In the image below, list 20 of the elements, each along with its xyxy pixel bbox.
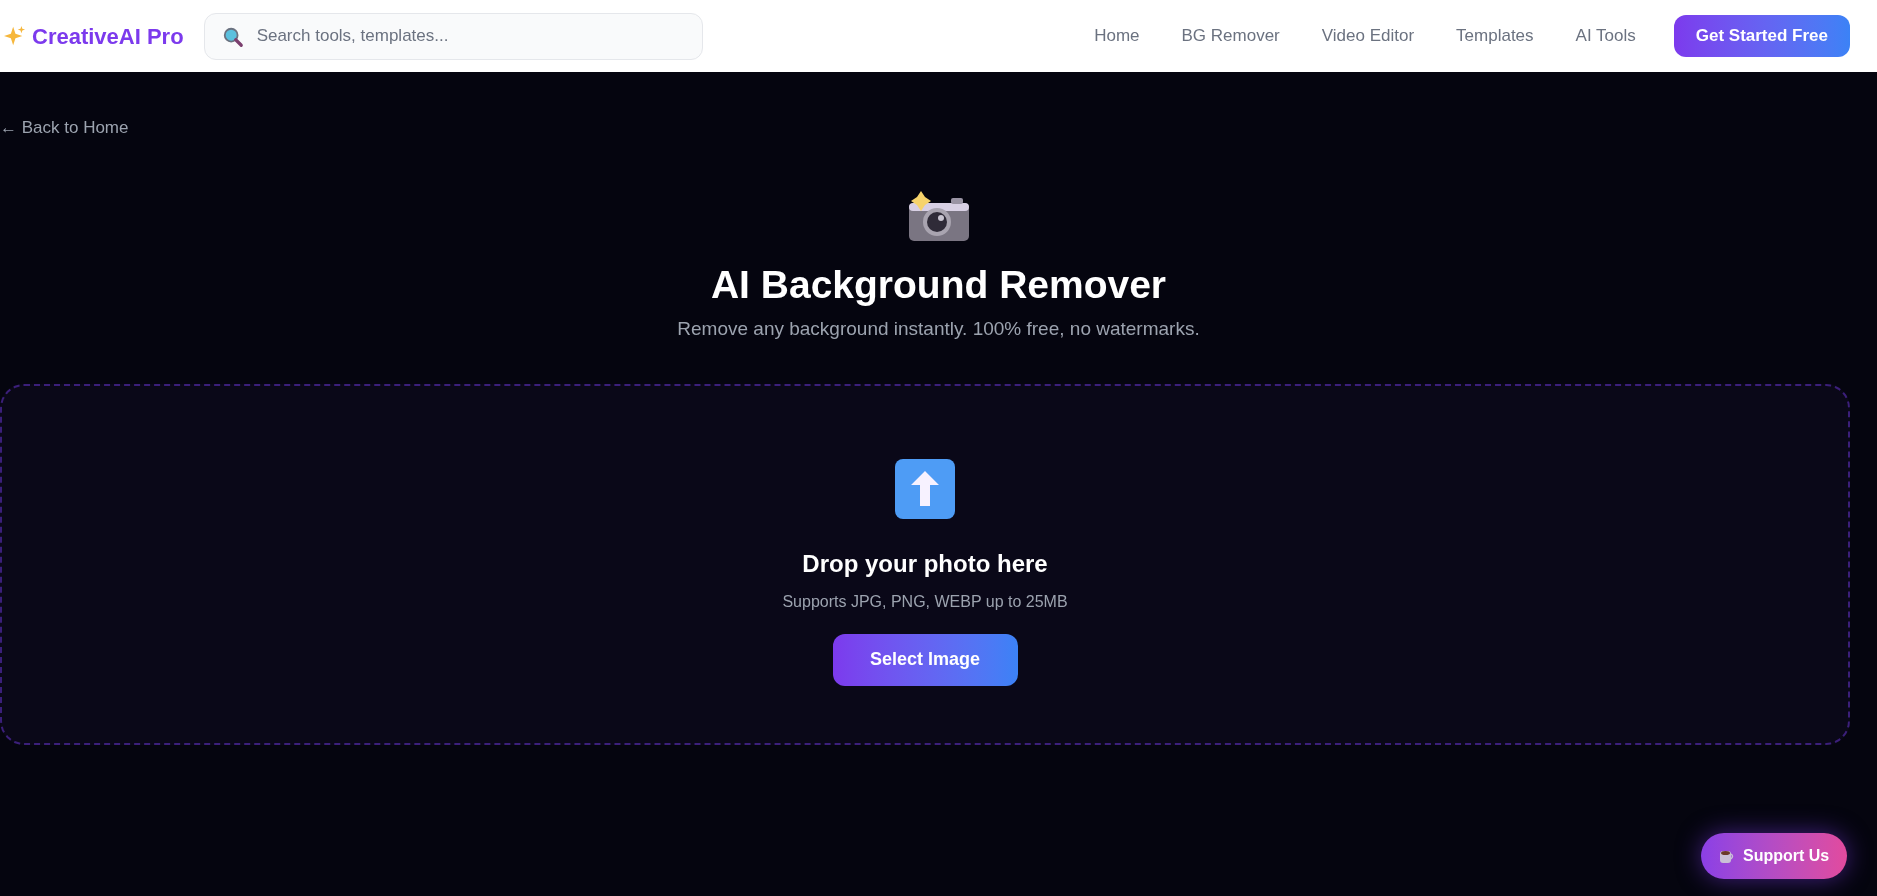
camera-icon <box>906 190 971 243</box>
nav-link[interactable]: Video Editor <box>1321 23 1415 49</box>
support-button[interactable]: Support Us <box>1701 833 1848 879</box>
dropzone[interactable]: Drop your photo here Supports JPG, PNG, WEBP up to 25MB Select Image <box>0 383 1850 745</box>
search-field[interactable]: Search tools, templates... <box>203 12 703 60</box>
logo-text[interactable]: CreativeAI Pro <box>32 19 184 53</box>
nav-link[interactable]: AI Tools <box>1575 23 1636 49</box>
select-image-button[interactable]: Select Image <box>832 633 1018 686</box>
page-subtitle: Remove any background instantly. 100% free, no watermarks. <box>677 317 1200 342</box>
search-icon <box>221 25 244 48</box>
nav-link[interactable]: BG Remover <box>1181 23 1280 49</box>
dropzone-title: Drop your photo here <box>802 548 1048 579</box>
dropzone-hint: Supports JPG, PNG, WEBP up to 25MB <box>782 591 1068 612</box>
get-started-button[interactable]: Get Started Free <box>1673 15 1850 57</box>
coffee-cup-icon <box>1719 848 1735 864</box>
sparkles-icon <box>4 25 26 47</box>
nav-link[interactable]: Home <box>1094 23 1140 49</box>
page-title: AI Background Remover <box>710 261 1167 308</box>
back-link[interactable]: ← Back to Home <box>0 118 129 137</box>
nav-link[interactable]: Templates <box>1456 23 1534 49</box>
